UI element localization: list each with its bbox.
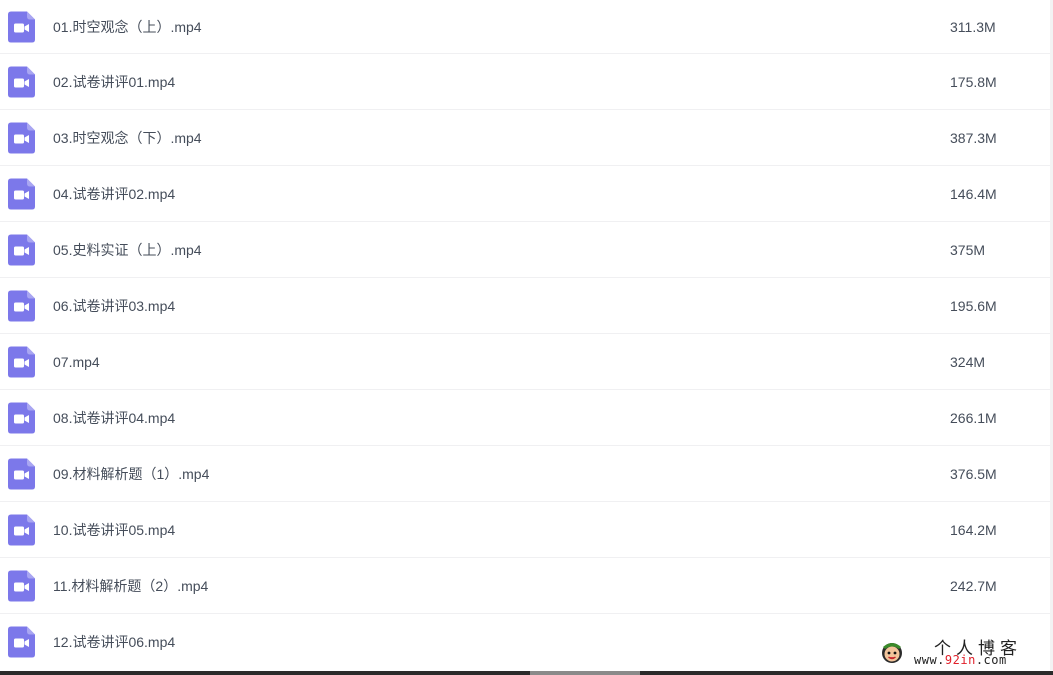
file-size: 376.5M [950,465,997,482]
file-name[interactable]: 06.试卷讲评03.mp4 [53,296,175,316]
video-file-icon [8,122,35,153]
video-file-icon [8,234,35,265]
file-name[interactable]: 02.试卷讲评01.mp4 [53,72,175,92]
file-size: 266.1M [950,409,997,426]
file-size: 164.2M [950,521,997,538]
file-size: 195.6M [950,297,997,314]
video-file-icon [8,290,35,321]
file-size: 146.4M [950,185,997,202]
video-file-icon [8,66,35,97]
file-row[interactable]: 05.史料实证（上）.mp4 375M [0,222,1053,278]
file-name[interactable]: 04.试卷讲评02.mp4 [53,184,175,204]
file-name[interactable]: 12.试卷讲评06.mp4 [53,632,175,652]
video-file-icon [8,178,35,209]
file-size: 324M [950,353,986,370]
file-list: 01.时空观念（上）.mp4 311.3M 02.试卷讲评01.mp4 175.… [0,0,1053,670]
file-row[interactable]: 07.mp4 324M [0,334,1053,390]
video-file-icon [8,346,35,377]
video-file-icon [8,570,35,601]
file-name[interactable]: 11.材料解析题（2）.mp4 [53,576,208,596]
taskbar-segment [530,671,640,675]
watermark-url-highlight: 92in [944,653,976,667]
file-row[interactable]: 10.试卷讲评05.mp4 164.2M [0,502,1053,558]
file-row[interactable]: 06.试卷讲评03.mp4 195.6M [0,278,1053,334]
file-size: 242.7M [950,577,997,594]
file-name[interactable]: 01.时空观念（上）.mp4 [53,17,202,37]
file-size: 175.8M [950,73,997,90]
file-name[interactable]: 07.mp4 [53,354,100,370]
video-file-icon [8,626,35,658]
file-name[interactable]: 03.时空观念（下）.mp4 [53,128,202,148]
file-name[interactable]: 08.试卷讲评04.mp4 [53,408,175,428]
watermark-url-prefix: www. [914,653,945,667]
file-row[interactable]: 03.时空观念（下）.mp4 387.3M [0,110,1053,166]
file-size: 387.3M [950,129,997,146]
file-row[interactable]: 08.试卷讲评04.mp4 266.1M [0,390,1053,446]
video-file-icon [8,458,35,489]
watermark-url-suffix: .com [975,653,1007,667]
file-row[interactable]: 01.时空观念（上）.mp4 311.3M [0,0,1053,54]
watermark-logo: 个人博客 www.92in.com [878,636,1048,670]
bottom-taskbar-edge [0,671,1053,675]
file-size: 311.3M [950,18,996,35]
file-row[interactable]: 11.材料解析题（2）.mp4 242.7M [0,558,1053,614]
video-file-icon [8,11,35,42]
file-row[interactable]: 02.试卷讲评01.mp4 175.8M [0,54,1053,110]
file-size: 375M [950,241,986,258]
cartoon-face-icon [882,643,902,663]
file-row[interactable]: 09.材料解析题（1）.mp4 376.5M [0,446,1053,502]
file-row[interactable]: 04.试卷讲评02.mp4 146.4M [0,166,1053,222]
video-file-icon [8,402,35,433]
file-name[interactable]: 05.史料实证（上）.mp4 [53,240,202,260]
file-name[interactable]: 10.试卷讲评05.mp4 [53,520,175,540]
watermark-url: www.92in.com [914,653,1007,667]
file-name[interactable]: 09.材料解析题（1）.mp4 [53,464,209,484]
video-file-icon [8,514,35,545]
